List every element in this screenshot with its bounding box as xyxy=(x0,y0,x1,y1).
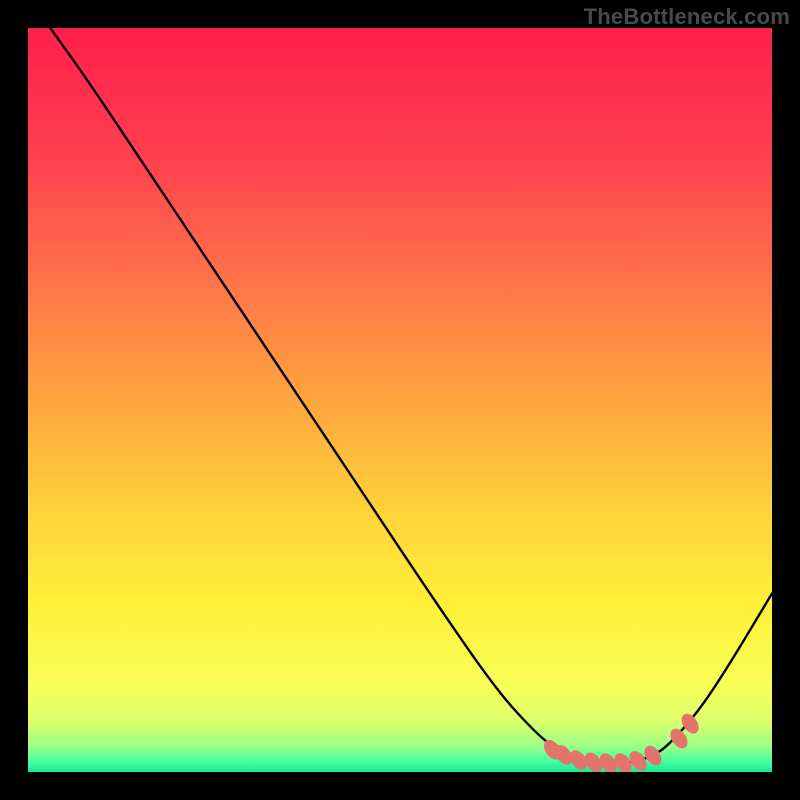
plot-svg xyxy=(28,28,772,772)
plot-area xyxy=(28,28,772,772)
chart-frame: TheBottleneck.com xyxy=(0,0,800,800)
gradient-background xyxy=(28,28,772,772)
watermark-text: TheBottleneck.com xyxy=(584,4,790,30)
